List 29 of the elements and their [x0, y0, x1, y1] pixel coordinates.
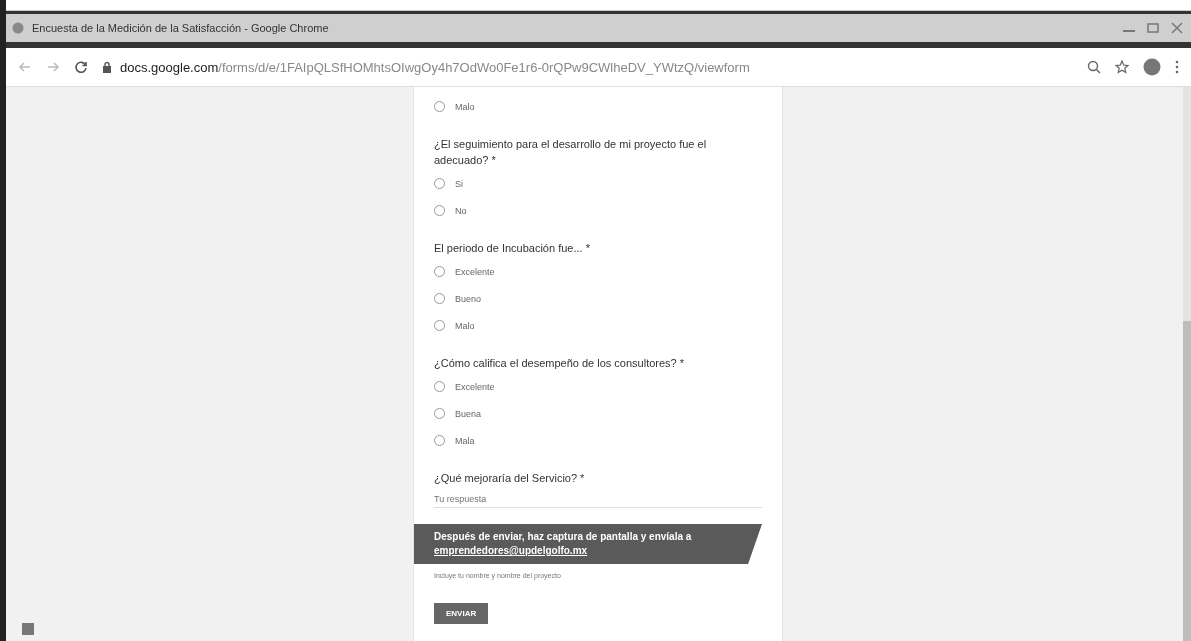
menu-icon[interactable] — [1175, 60, 1179, 74]
zoom-icon[interactable] — [1087, 60, 1101, 74]
lock-icon — [102, 61, 112, 73]
forward-icon[interactable] — [46, 60, 60, 74]
banner-text: Después de enviar, haz captura de pantalla y envíala a — [434, 530, 692, 544]
submit-button[interactable]: ENVIAR — [434, 603, 489, 624]
back-icon[interactable] — [18, 60, 32, 74]
question-text: El periodo de Incubación fue... * — [434, 241, 591, 256]
option-label: Malo — [455, 101, 475, 112]
restore-icon[interactable] — [1145, 22, 1161, 34]
question-text: ¿Qué mejoraría del Servicio? * — [434, 471, 586, 486]
window-title: Encuesta de la Medición de la Satisfacción - Google Chrome — [32, 22, 329, 34]
question-text: ¿El seguimiento para el desarrollo de mi proyecto fue el adecuado? * — [434, 137, 708, 168]
app-icon — [12, 22, 24, 34]
avatar-icon[interactable] — [1143, 58, 1161, 76]
option-label: Excelente — [455, 381, 495, 392]
option-label: Si — [455, 178, 463, 189]
reload-icon[interactable] — [74, 60, 88, 74]
option-label: Bueno — [455, 293, 482, 304]
option-label: Malo — [455, 320, 475, 331]
option-label: Mala — [455, 435, 475, 446]
email-link[interactable]: emprendedores@updelgolfo.mx — [434, 544, 588, 558]
close-icon[interactable] — [1169, 22, 1185, 34]
option-label: Excelente — [455, 266, 495, 277]
option-label: Buena — [455, 408, 482, 419]
question-text: ¿Cómo califica el desempeño de los consultores? * — [434, 356, 686, 371]
option-label: No — [455, 205, 467, 216]
star-icon[interactable] — [1115, 60, 1129, 74]
scrollbar-thumb[interactable] — [1183, 321, 1191, 641]
